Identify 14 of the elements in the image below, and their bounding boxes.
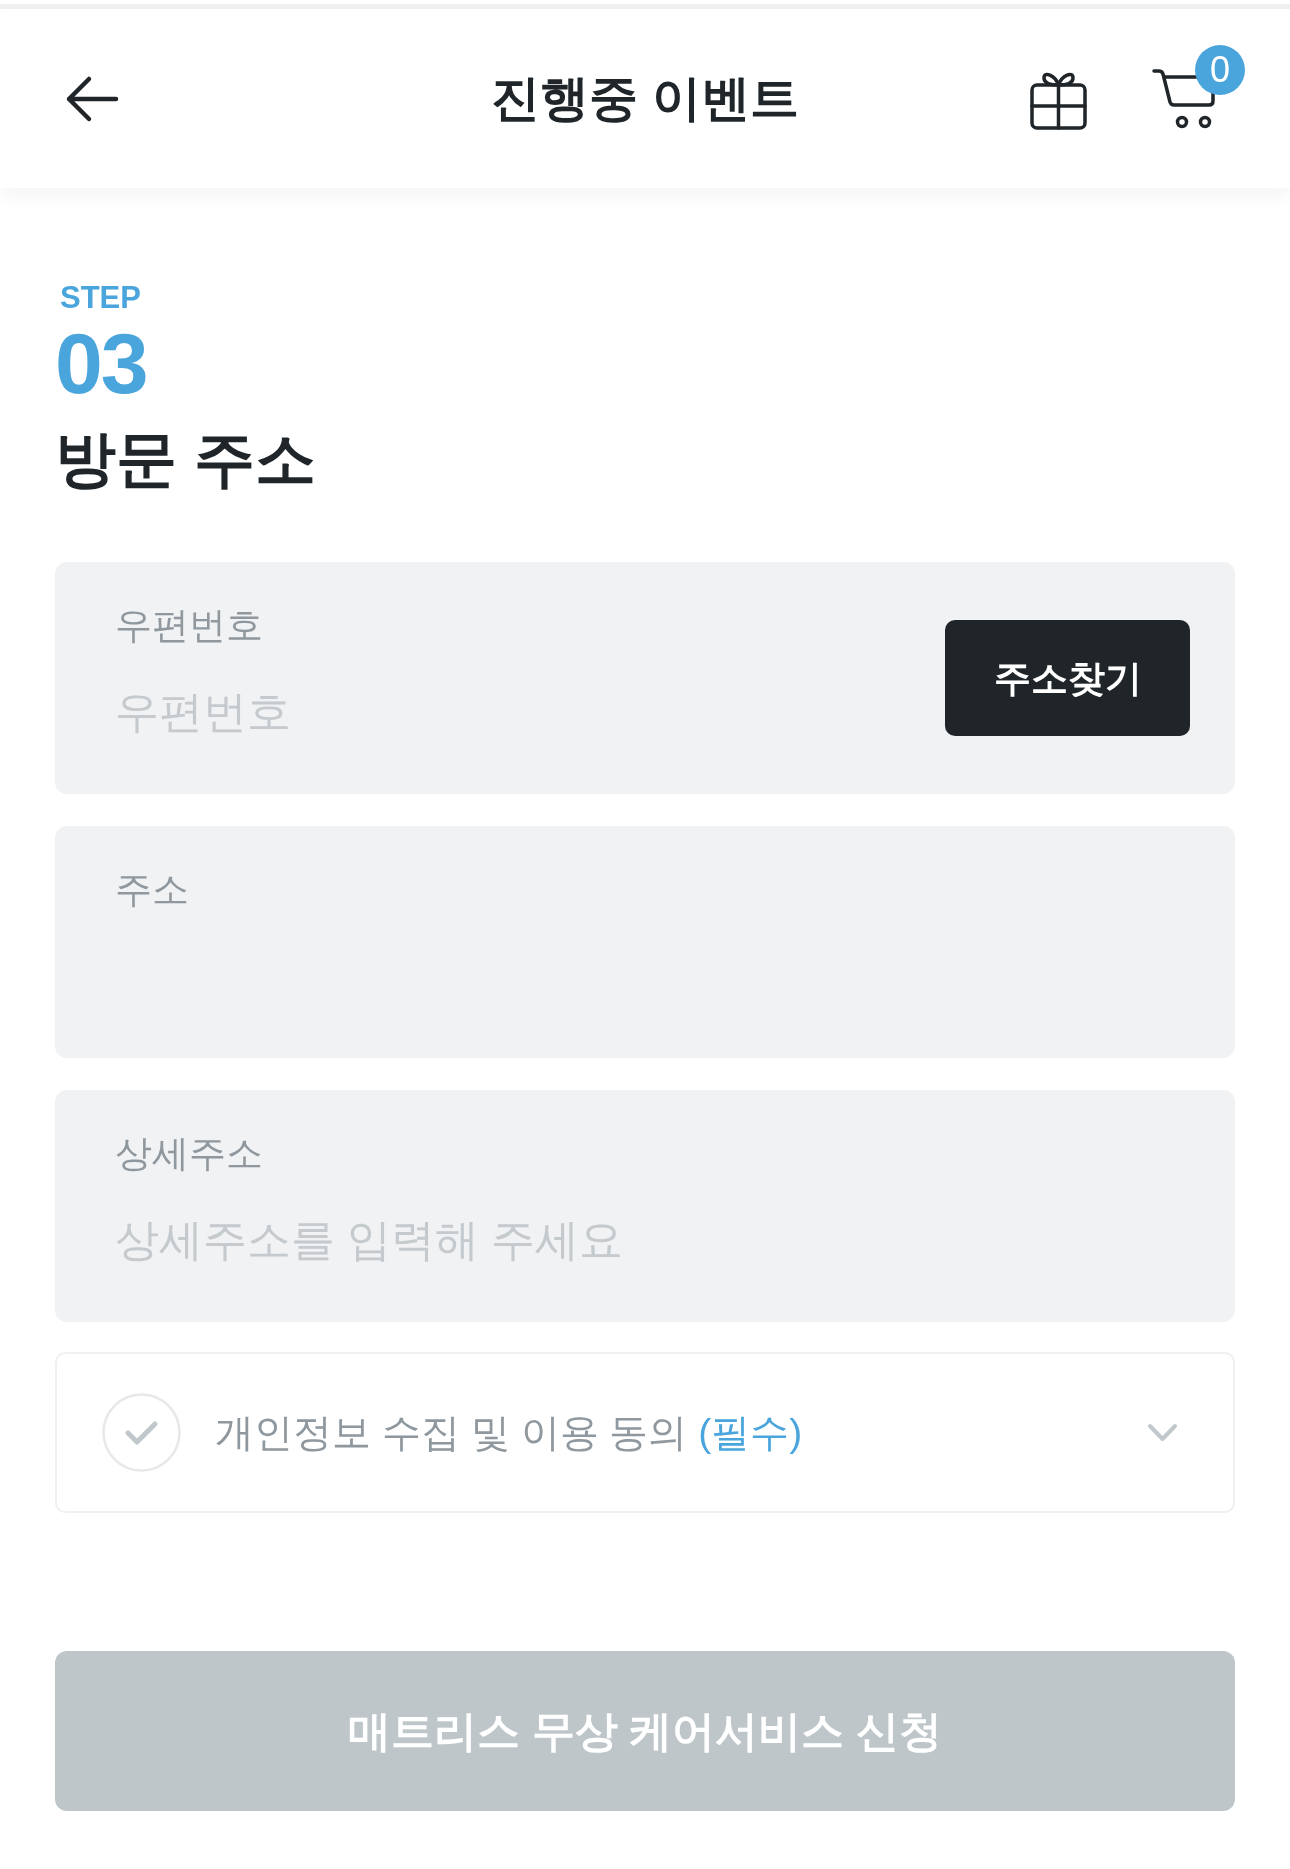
back-button[interactable] bbox=[65, 74, 119, 123]
field-label: 주소 bbox=[115, 871, 189, 908]
agreement-label: 개인정보 수집 및 이용 동의 (필수) bbox=[215, 1413, 803, 1452]
step-label: STEP bbox=[60, 282, 141, 313]
agreement-checkbox[interactable] bbox=[102, 1393, 181, 1472]
back-arrow-icon bbox=[65, 74, 119, 123]
field-label: 상세주소 bbox=[115, 1135, 263, 1172]
page-title: 진행중 이벤트 bbox=[491, 74, 799, 123]
field-label: 우편번호 bbox=[115, 607, 263, 644]
step-title: 방문 주소 bbox=[55, 429, 316, 490]
find-address-button[interactable]: 주소찾기 bbox=[945, 620, 1190, 736]
cart-count-badge: 0 bbox=[1195, 45, 1245, 95]
step-number: 03 bbox=[55, 320, 147, 406]
address-field[interactable]: 주소 bbox=[55, 826, 1235, 1058]
